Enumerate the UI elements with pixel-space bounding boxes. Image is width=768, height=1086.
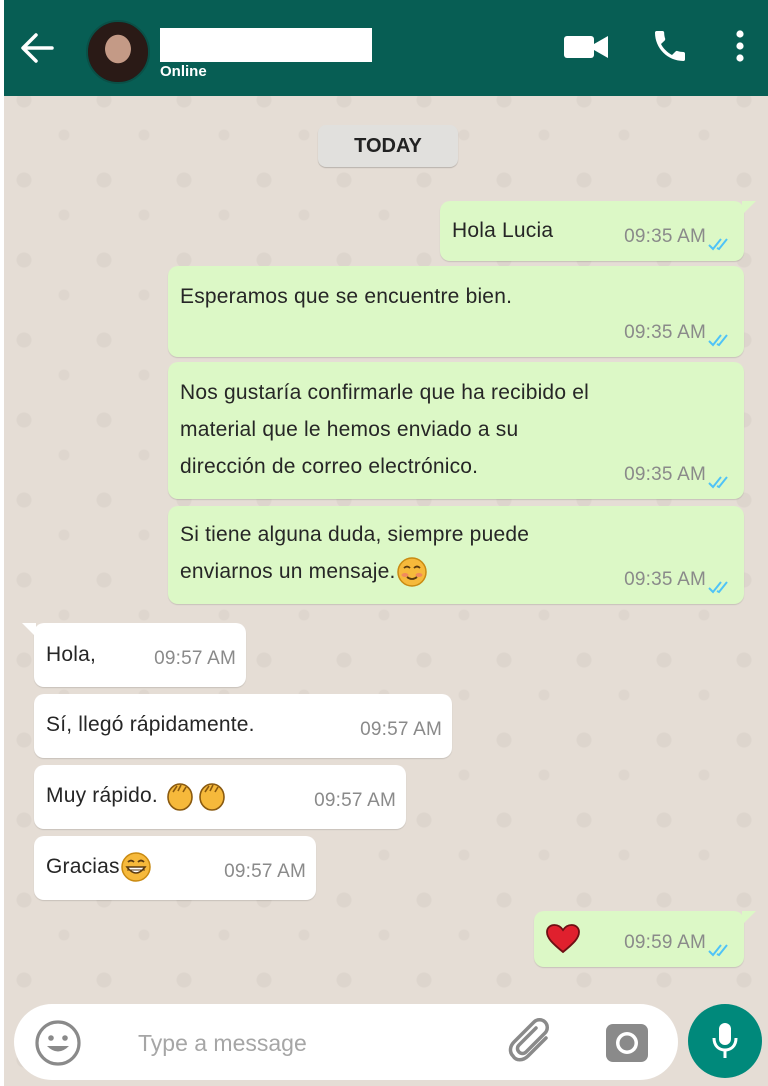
message-time: 09:35 AM: [624, 322, 706, 343]
message-meta: 09:35 AM: [624, 456, 734, 493]
smiley-icon[interactable]: [34, 1019, 82, 1072]
incoming-message[interactable]: Sí, llegó rápidamente. 09:57 AM: [34, 694, 452, 758]
contact-name-redacted[interactable]: [160, 28, 372, 62]
camera-icon[interactable]: [604, 1020, 650, 1069]
incoming-message[interactable]: Hola, 09:57 AM: [22, 623, 246, 687]
message-text: Gracias: [46, 848, 152, 885]
message-text: [546, 920, 580, 957]
message-text: Hola,: [46, 643, 97, 666]
message-time: 09:35 AM: [624, 464, 706, 485]
red-heart-icon: [546, 924, 580, 954]
outgoing-message[interactable]: Esperamos que se encuentre bien. 09:35 A…: [168, 266, 744, 357]
message-time: 09:35 AM: [624, 569, 706, 590]
message-text: Esperamos que se encuentre bien.: [180, 285, 513, 308]
message-time: 09:57 AM: [224, 861, 306, 882]
message-text: Sí, llegó rápidamente.: [46, 713, 255, 736]
video-camera-icon[interactable]: [562, 32, 610, 67]
message-text: Muy rápido.: [46, 777, 230, 814]
outgoing-message[interactable]: 09:59 AM: [534, 911, 756, 967]
incoming-message[interactable]: Gracias 09:57 AM: [34, 836, 316, 900]
back-arrow-icon[interactable]: [16, 28, 56, 68]
message-meta: 09:35 AM: [624, 218, 734, 255]
date-divider: TODAY: [318, 125, 458, 167]
double-check-icon: [708, 944, 728, 957]
double-check-icon: [708, 334, 728, 347]
chat-window: Online TODAY Hola Lucia 09:35 AM Esperam…: [4, 0, 768, 1086]
message-meta: 09:35 AM: [624, 561, 734, 598]
double-check-icon: [708, 581, 728, 594]
bubble-tail: [742, 911, 756, 925]
message-input[interactable]: [136, 1022, 480, 1064]
message-text: Hola Lucia: [452, 219, 554, 242]
message-time: 09:57 AM: [154, 648, 236, 669]
message-composer: [14, 1004, 678, 1080]
message-meta: 09:35 AM: [624, 314, 734, 351]
more-vertical-icon[interactable]: [730, 26, 750, 71]
message-meta: 09:57 AM: [224, 853, 306, 890]
double-check-icon: [708, 238, 728, 251]
message-time: 09:59 AM: [624, 932, 706, 953]
phone-icon[interactable]: [650, 26, 690, 71]
message-time: 09:57 AM: [314, 790, 396, 811]
message-meta: 09:59 AM: [624, 924, 734, 961]
incoming-message[interactable]: Muy rápido. 09:57 AM: [34, 765, 406, 829]
clapping-hands-icon: [167, 783, 225, 812]
message-time: 09:35 AM: [624, 226, 706, 247]
bubble-tail: [22, 623, 36, 637]
outgoing-message[interactable]: Hola Lucia 09:35 AM: [440, 201, 756, 261]
message-meta: 09:57 AM: [154, 640, 236, 677]
message-text: Nos gustaría confirmarle que ha recibido…: [180, 381, 589, 478]
outgoing-message[interactable]: Si tiene alguna duda, siempre puede envi…: [168, 506, 744, 604]
paperclip-icon[interactable]: [508, 1018, 560, 1071]
message-meta: 09:57 AM: [360, 711, 442, 748]
chat-header: Online: [4, 0, 768, 96]
contact-avatar[interactable]: [86, 20, 150, 84]
grinning-face-icon: [121, 852, 151, 883]
message-time: 09:57 AM: [360, 719, 442, 740]
contact-status: Online: [160, 63, 207, 80]
message-meta: 09:57 AM: [314, 782, 396, 819]
double-check-icon: [708, 476, 728, 489]
message-text: Si tiene alguna duda, siempre puede envi…: [180, 516, 529, 590]
blushing-face-icon: [396, 557, 427, 588]
bubble-tail: [742, 201, 756, 215]
outgoing-message[interactable]: Nos gustaría confirmarle que ha recibido…: [168, 362, 744, 499]
microphone-icon[interactable]: [688, 1004, 762, 1078]
